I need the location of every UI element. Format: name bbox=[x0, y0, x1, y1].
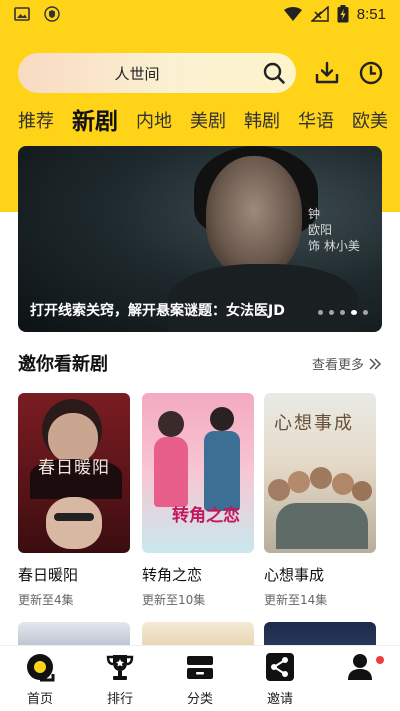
drama-card[interactable]: 春日暖阳 春日暖阳 更新至4集 bbox=[18, 393, 130, 608]
see-more-link[interactable]: 查看更多 bbox=[312, 354, 382, 373]
poster-figure-apron bbox=[204, 431, 240, 511]
drama-card[interactable]: 转角之恋 转角之恋 更新至10集 bbox=[142, 393, 254, 608]
section-title: 邀你看新剧 bbox=[18, 354, 108, 375]
double-chevron-right-icon bbox=[369, 357, 382, 370]
poster-title-text: 心想事成 bbox=[274, 413, 354, 434]
nav-invite[interactable]: 邀请 bbox=[240, 646, 320, 711]
tab-us-drama[interactable]: 美剧 bbox=[190, 107, 226, 137]
shield-icon bbox=[44, 6, 60, 22]
wifi-icon bbox=[283, 7, 302, 21]
card-update-status: 更新至14集 bbox=[264, 593, 328, 607]
tab-chinese[interactable]: 华语 bbox=[298, 107, 334, 137]
nav-ranking[interactable]: 排行 bbox=[80, 646, 160, 711]
banner-dot[interactable] bbox=[340, 310, 345, 315]
banner-side-text: 钟 欧阳 饰 林小美 bbox=[308, 206, 360, 254]
nav-category[interactable]: 分类 bbox=[160, 646, 240, 711]
search-input[interactable]: 人世间 bbox=[18, 53, 296, 93]
tab-recommend[interactable]: 推荐 bbox=[18, 107, 54, 137]
nav-label: 邀请 bbox=[266, 692, 293, 707]
poster-figure-head-2 bbox=[210, 407, 234, 431]
poster-title-text: 春日暖阳 bbox=[38, 458, 110, 478]
poster-figure-face-2 bbox=[46, 497, 102, 549]
nav-label: 分类 bbox=[186, 692, 213, 707]
download-icon[interactable] bbox=[314, 60, 340, 86]
banner-dot-active[interactable] bbox=[351, 310, 357, 315]
banner-side-actor: 欧阳 bbox=[308, 223, 333, 237]
banner-caption: 打开线索关窍，解开悬案谜题：女法医JD bbox=[30, 303, 285, 319]
drama-poster[interactable]: 春日暖阳 bbox=[18, 393, 130, 553]
history-icon[interactable] bbox=[358, 60, 384, 86]
banner-dot[interactable] bbox=[363, 310, 368, 315]
card-update-status: 更新至10集 bbox=[142, 593, 206, 607]
nav-label: 排行 bbox=[106, 692, 133, 707]
poster-figure-head bbox=[158, 411, 184, 437]
profile-icon bbox=[348, 654, 372, 680]
card-update-status: 更新至4集 bbox=[18, 593, 74, 607]
poster-glasses bbox=[54, 513, 94, 521]
card-title: 转角之恋 bbox=[142, 566, 203, 584]
signal-icon bbox=[310, 6, 329, 22]
category-icon bbox=[187, 656, 213, 679]
poster-figure-dress bbox=[154, 437, 188, 507]
nav-profile[interactable] bbox=[320, 646, 400, 711]
card-title: 心想事成 bbox=[264, 566, 325, 584]
home-icon bbox=[27, 654, 55, 682]
nav-label: 首页 bbox=[26, 692, 53, 707]
banner-dot[interactable] bbox=[329, 310, 334, 315]
tab-mainland[interactable]: 内地 bbox=[136, 107, 172, 137]
banner-image-face bbox=[206, 156, 302, 276]
tab-new-drama[interactable]: 新剧 bbox=[72, 107, 118, 137]
nav-home[interactable]: 首页 bbox=[0, 646, 80, 711]
banner-pagination bbox=[318, 310, 368, 315]
banner-dot[interactable] bbox=[318, 310, 323, 315]
trophy-icon bbox=[106, 655, 134, 680]
search-row: 人世间 bbox=[18, 53, 384, 93]
drama-card[interactable]: 心想事成 心想事成 更新至14集 bbox=[264, 393, 376, 608]
category-tabs: 推荐 新剧 内地 美剧 韩剧 华语 欧美 bbox=[18, 103, 400, 137]
poster-title-text: 转角之恋 bbox=[172, 506, 240, 526]
card-title: 春日暖阳 bbox=[18, 566, 79, 584]
status-bar: 8:51 bbox=[0, 0, 400, 28]
share-icon bbox=[266, 653, 294, 681]
drama-poster[interactable]: 转角之恋 bbox=[142, 393, 254, 553]
drama-poster[interactable]: 心想事成 bbox=[264, 393, 376, 553]
image-icon bbox=[14, 7, 30, 21]
search-icon[interactable] bbox=[262, 61, 286, 85]
poster-cast-group bbox=[268, 463, 372, 549]
banner-carousel[interactable]: 钟 欧阳 饰 林小美 打开线索关窍，解开悬案谜题：女法医JD bbox=[18, 146, 382, 332]
notification-badge bbox=[376, 656, 384, 664]
banner-side-role: 饰 林小美 bbox=[308, 239, 360, 253]
status-time: 8:51 bbox=[356, 5, 386, 23]
see-more-label: 查看更多 bbox=[311, 358, 364, 373]
search-query: 人世间 bbox=[114, 64, 160, 83]
banner-image-body bbox=[168, 264, 358, 332]
tab-western[interactable]: 欧美 bbox=[352, 107, 388, 137]
battery-icon bbox=[337, 5, 349, 23]
banner-side-name: 钟 bbox=[308, 207, 321, 221]
bottom-navigation: 首页 排行 分类 邀请 bbox=[0, 645, 400, 711]
tab-korean-drama[interactable]: 韩剧 bbox=[244, 107, 280, 137]
